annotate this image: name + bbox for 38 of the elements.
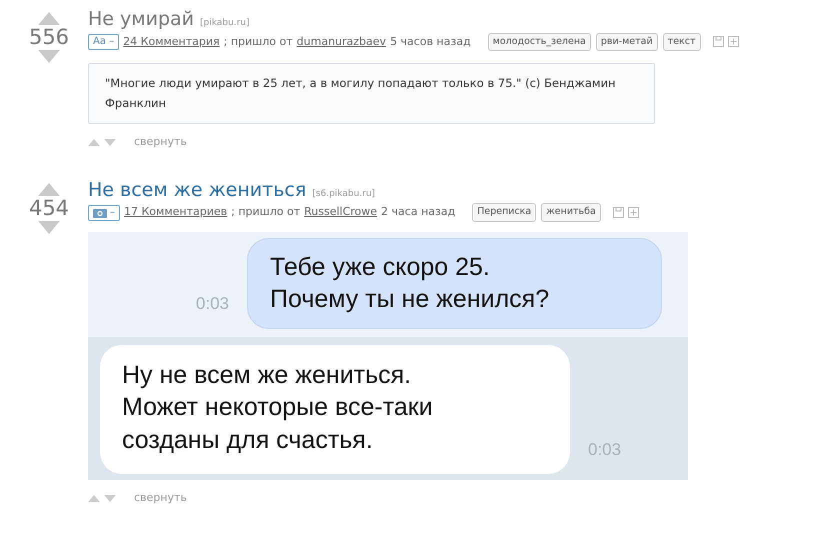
quote-text: "Многие люди умирают в 25 лет, а в могилу попадают только в 75." (с) Бенджамин Франклин: [88, 63, 655, 124]
upvote-arrow[interactable]: [38, 12, 60, 25]
tag-button[interactable]: текст: [662, 32, 701, 52]
message-bubble: Ну не всем же жениться. Может некоторые все-таки созданы для счастья.: [100, 344, 570, 474]
post-time: 2 часа назад: [381, 204, 456, 220]
tag-button[interactable]: рви-метай: [596, 32, 658, 52]
downvote-arrow[interactable]: [104, 494, 116, 502]
meta-text: ; пришло от: [224, 34, 293, 50]
author-link[interactable]: dumanurazbaev: [296, 34, 386, 50]
author-link[interactable]: RussellCrowe: [304, 204, 378, 221]
domain-label: [pikabu.ru]: [200, 17, 250, 30]
tag-button[interactable]: Переписка: [472, 203, 536, 222]
floppy-icon[interactable]: [712, 36, 724, 48]
post-title[interactable]: Не умирай: [88, 8, 194, 31]
message-bubble: Тебе уже скоро 25. Почему ты не женился?: [247, 238, 662, 329]
domain-label: [s6.pikabu.ru]: [312, 188, 376, 201]
comments-link[interactable]: 24 Комментария: [123, 34, 220, 50]
upvote-arrow[interactable]: [88, 138, 100, 146]
comments-link[interactable]: 17 Комментариев: [124, 204, 228, 221]
floppy-icon[interactable]: [612, 207, 624, 218]
upvote-arrow[interactable]: [88, 494, 100, 502]
message-time: 0:03: [196, 293, 229, 316]
post-type-badge[interactable]: Aa –: [88, 34, 120, 50]
plus-icon[interactable]: [728, 36, 739, 48]
upvote-arrow[interactable]: [38, 182, 60, 196]
post-type-badge[interactable]: –: [88, 204, 120, 221]
tag-button[interactable]: молодость_зелена: [488, 32, 591, 52]
post-title[interactable]: Не всем же жениться: [88, 178, 306, 202]
rating: 556: [28, 25, 70, 50]
downvote-arrow[interactable]: [38, 220, 60, 234]
downvote-arrow[interactable]: [104, 138, 116, 146]
downvote-arrow[interactable]: [38, 50, 60, 64]
plus-icon[interactable]: [628, 207, 639, 218]
post-time: 5 часов назад: [390, 34, 471, 50]
tag-button[interactable]: женитьба: [541, 203, 601, 222]
rating: 454: [28, 196, 70, 221]
meta-text: ; пришло от: [231, 204, 300, 220]
camera-icon: [93, 208, 107, 218]
